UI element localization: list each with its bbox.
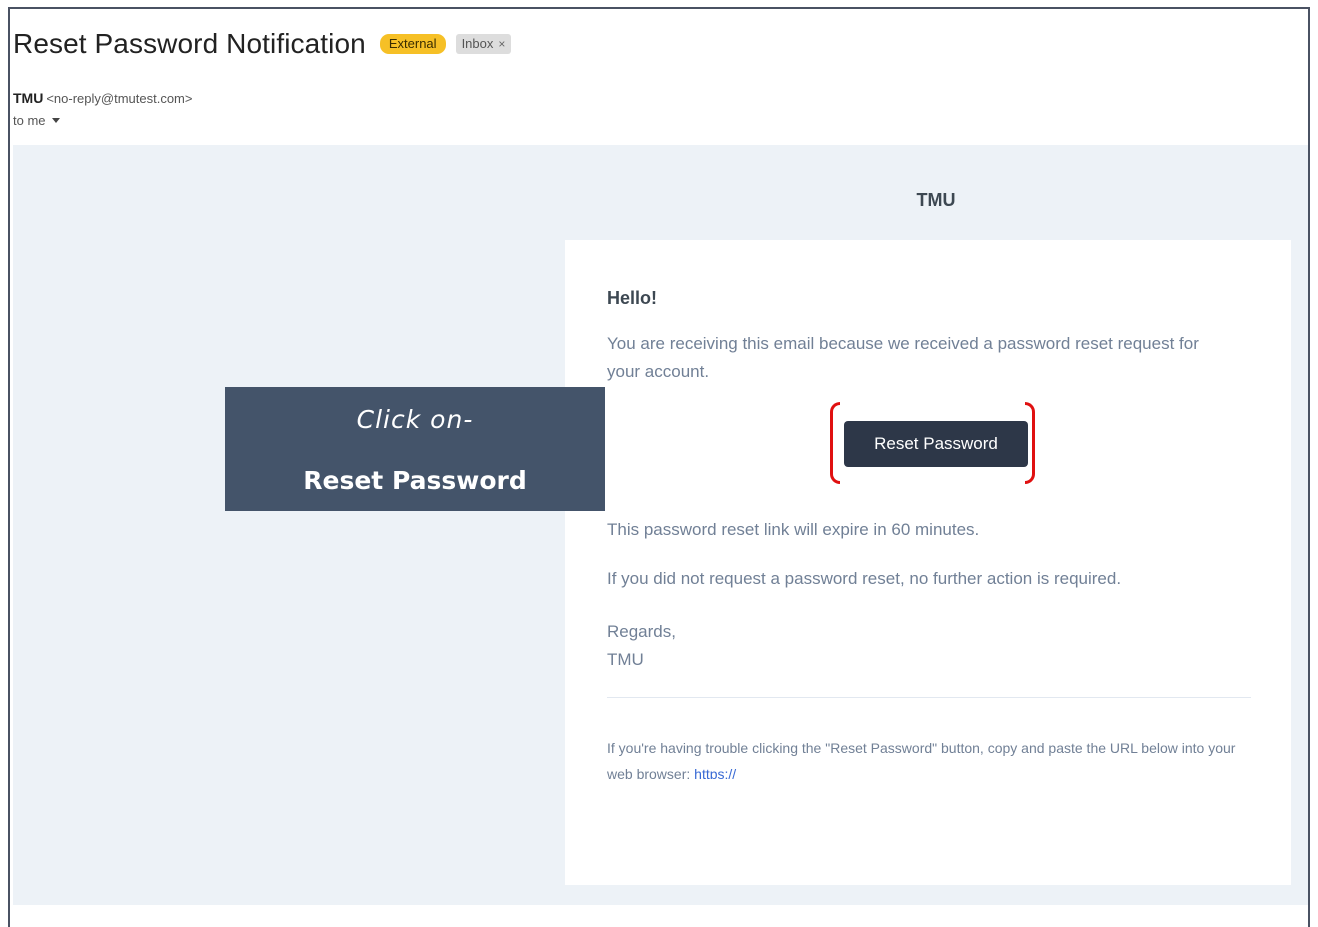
remove-label-icon[interactable]: × xyxy=(498,36,505,52)
email-no-action-note: If you did not request a password reset,… xyxy=(607,569,1122,588)
callout-line-2: Reset Password xyxy=(303,466,527,495)
external-label-badge: External xyxy=(379,34,446,54)
callout-line-1: Click on- xyxy=(356,405,474,434)
email-intro: You are receiving this email because we … xyxy=(607,334,1199,381)
recipient-text: to me xyxy=(13,113,46,128)
signoff-name: TMU xyxy=(607,650,644,669)
email-divider xyxy=(607,697,1251,698)
recipient-toggle[interactable]: to me xyxy=(13,113,60,128)
inbox-label-text: Inbox xyxy=(461,36,494,51)
email-expiry-note: This password reset link will expire in … xyxy=(607,520,980,539)
instruction-callout: Click on- Reset Password xyxy=(225,387,605,511)
chevron-down-icon[interactable] xyxy=(51,118,60,123)
email-trouble-note: If you're having trouble clicking the "R… xyxy=(607,735,1257,779)
sender-email: <no-reply@tmutest.com> xyxy=(46,91,193,106)
email-greeting: Hello! xyxy=(607,288,658,308)
reset-password-button[interactable]: Reset Password xyxy=(844,421,1028,467)
email-brand: TMU xyxy=(916,190,956,210)
reset-url-link[interactable]: https:// xyxy=(694,766,736,779)
signoff-regards: Regards, xyxy=(607,622,676,641)
sender-line: TMU <no-reply@tmutest.com> xyxy=(13,90,192,106)
subject-row: Reset Password Notification External Inb… xyxy=(13,20,512,68)
sender-name[interactable]: TMU xyxy=(13,90,43,106)
email-signoff: Regards, TMU xyxy=(607,618,676,674)
highlight-bracket-left xyxy=(830,402,840,484)
inbox-label-badge[interactable]: Inbox × xyxy=(455,34,512,54)
email-subject: Reset Password Notification xyxy=(13,28,366,59)
reset-button-highlight: Reset Password xyxy=(830,402,1035,488)
